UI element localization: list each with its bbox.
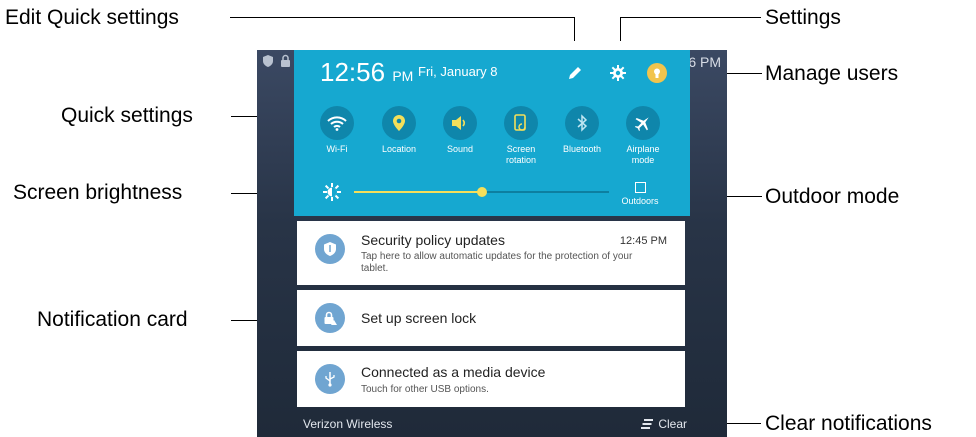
callout-notification-card: Notification card — [37, 308, 188, 331]
tile-label: Bluetooth — [562, 144, 602, 154]
wifi-icon — [327, 116, 347, 131]
notification-title: Security policy updates — [361, 232, 505, 248]
leader-line-edit-drop — [574, 17, 575, 41]
shield-icon — [261, 54, 275, 68]
tile-screen-rotation[interactable]: Screen rotation — [493, 106, 549, 166]
device-screen: 56 PM 12:56 PM Fri, January 8 Wi-Fi Loca… — [257, 50, 727, 437]
notification-title: Set up screen lock — [361, 310, 477, 326]
airplane-icon — [634, 117, 649, 132]
leader-line-settings-drop — [620, 17, 621, 41]
notification-subtitle: Touch for other USB options. — [361, 384, 489, 395]
edit-quick-settings-button[interactable] — [564, 62, 586, 84]
notification-card-media-device[interactable]: Connected as a media device Touch for ot… — [297, 351, 685, 407]
manage-users-button[interactable] — [646, 62, 668, 84]
brightness-slider-fill — [354, 191, 482, 193]
callout-edit-quick-settings: Edit Quick settings — [5, 6, 179, 29]
gear-icon — [610, 65, 626, 81]
carrier-label: Verizon Wireless — [303, 417, 393, 431]
leader-line-edit — [230, 17, 575, 18]
usb-icon — [315, 364, 345, 394]
notification-time: 12:45 PM — [619, 235, 667, 247]
brightness-row: Outdoors — [294, 180, 690, 210]
callout-outdoor-mode: Outdoor mode — [765, 185, 900, 208]
brightness-icon — [323, 183, 341, 201]
tile-sound[interactable]: Sound — [432, 106, 488, 155]
date: Fri, January 8 — [418, 64, 498, 79]
user-avatar-icon — [647, 63, 667, 83]
tile-label: Screen rotation — [505, 144, 537, 165]
tile-label: Location — [381, 144, 417, 154]
shield-icon — [315, 234, 345, 264]
tile-label: Sound — [446, 144, 474, 154]
tile-wifi[interactable]: Wi-Fi — [309, 106, 365, 155]
notification-title: Connected as a media device — [361, 364, 546, 380]
clear-label: Clear — [658, 417, 687, 431]
clear-notifications-button[interactable]: Clear — [641, 417, 687, 431]
brightness-slider[interactable] — [354, 187, 609, 197]
callout-quick-settings: Quick settings — [61, 104, 193, 127]
notification-card-security[interactable]: Security policy updates Tap here to allo… — [297, 221, 685, 285]
bluetooth-icon — [577, 114, 588, 132]
notification-card-screen-lock[interactable]: Set up screen lock — [297, 290, 685, 346]
speaker-icon — [452, 116, 466, 130]
lock-warning-icon — [279, 54, 293, 68]
callout-clear-notifications: Clear notifications — [765, 412, 932, 435]
brightness-slider-thumb[interactable] — [476, 187, 487, 197]
settings-button[interactable] — [607, 62, 629, 84]
location-pin-icon — [393, 115, 405, 131]
callout-screen-brightness: Screen brightness — [13, 181, 183, 204]
lock-warning-icon — [315, 303, 345, 333]
notification-subtitle: Tap here to allow automatic updates for … — [361, 251, 633, 274]
callout-settings: Settings — [765, 6, 841, 29]
outdoors-label: Outdoors — [621, 196, 659, 206]
tile-airplane-mode[interactable]: Airplane mode — [615, 106, 671, 166]
outdoor-mode-toggle[interactable]: Outdoors — [620, 182, 660, 206]
screen-rotation-icon — [514, 114, 526, 131]
tile-label: Wi-Fi — [326, 144, 348, 154]
notification-panel: 12:56 PM Fri, January 8 Wi-Fi Location S… — [294, 50, 690, 216]
tile-location[interactable]: Location — [371, 106, 427, 155]
clear-all-icon — [641, 419, 654, 429]
pencil-icon — [569, 67, 581, 79]
tile-bluetooth[interactable]: Bluetooth — [554, 106, 610, 155]
checkbox-icon — [634, 182, 646, 193]
tile-label: Airplane mode — [626, 144, 660, 165]
callout-manage-users: Manage users — [765, 62, 899, 85]
clock: 12:56 PM — [320, 57, 414, 87]
leader-line-settings — [620, 17, 761, 18]
